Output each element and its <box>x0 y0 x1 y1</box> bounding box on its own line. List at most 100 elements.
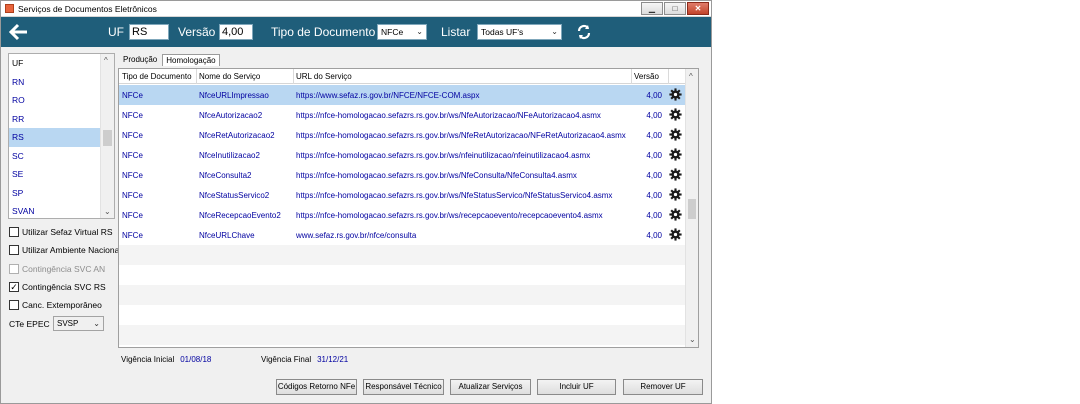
scroll-thumb[interactable] <box>103 130 112 146</box>
empty-row <box>119 265 686 285</box>
remover-uf-button[interactable]: Remover UF <box>623 379 703 395</box>
table-row[interactable]: NFCe NfceStatusServico2 https://nfce-hom… <box>119 185 686 205</box>
cell-url: https://www.sefaz.rs.gov.br/NFCE/NFCE-CO… <box>296 91 480 100</box>
cell-nome: NfceStatusServico2 <box>199 191 270 200</box>
uf-item-ro[interactable]: RO <box>9 91 114 110</box>
gear-icon[interactable] <box>669 208 682 221</box>
gear-icon[interactable] <box>669 188 682 201</box>
window-controls: ▁ □ ✕ <box>641 2 709 15</box>
close-button[interactable]: ✕ <box>687 2 709 15</box>
uf-list[interactable]: UF RN RO RR RS SC SE SP SVAN ^ ⌄ <box>8 53 115 219</box>
uf-list-scrollbar[interactable]: ^ ⌄ <box>100 54 114 218</box>
cell-tipo: NFCe <box>122 171 143 180</box>
responsavel-tecnico-button[interactable]: Responsável Técnico <box>363 379 444 395</box>
cell-nome: NfceRecepcaoEvento2 <box>199 211 281 220</box>
cell-url: https://nfce-homologacao.sefazrs.rs.gov.… <box>296 191 613 200</box>
canc-extemporaneo-checkbox[interactable]: Canc. Extemporâneo <box>9 299 102 311</box>
cell-tipo: NFCe <box>122 231 143 240</box>
checkbox-box[interactable] <box>9 245 19 255</box>
listar-select[interactable]: Todas UF's ⌄ <box>477 24 562 40</box>
gear-icon[interactable] <box>669 148 682 161</box>
table-row[interactable]: NFCe NfceRetAutorizacao2 https://nfce-ho… <box>119 125 686 145</box>
cell-url: https://nfce-homologacao.sefazrs.rs.gov.… <box>296 211 603 220</box>
cell-versao: 4,00 <box>646 191 662 200</box>
checkmark-icon[interactable]: ✓ <box>9 282 19 292</box>
chevron-down-icon: ⌄ <box>416 27 423 36</box>
uf-item-rr[interactable]: RR <box>9 110 114 129</box>
scroll-thumb[interactable] <box>688 199 696 219</box>
chevron-up-icon[interactable]: ^ <box>104 56 108 65</box>
column-divider <box>293 69 294 84</box>
empty-row <box>119 305 686 325</box>
table-row[interactable]: NFCe NfceURLChave www.sefaz.rs.gov.br/nf… <box>119 225 686 245</box>
cell-url: https://nfce-homologacao.sefazrs.rs.gov.… <box>296 111 601 120</box>
incluir-uf-button[interactable]: Incluir UF <box>537 379 616 395</box>
maximize-button[interactable]: □ <box>664 2 686 15</box>
table-row[interactable]: NFCe NfceRecepcaoEvento2 https://nfce-ho… <box>119 205 686 225</box>
title-bar: Serviços de Documentos Eletrônicos ▁ □ ✕ <box>1 1 711 17</box>
gear-icon[interactable] <box>669 168 682 181</box>
versao-input[interactable]: 4,00 <box>219 24 253 40</box>
column-header-tipo[interactable]: Tipo de Documento <box>122 72 192 81</box>
vigencia-final: Vigência Final 31/12/21 <box>261 355 348 364</box>
uf-item-sp[interactable]: SP <box>9 184 114 203</box>
uf-item-svan[interactable]: SVAN <box>9 202 114 221</box>
uf-item-rs[interactable]: RS <box>9 128 114 147</box>
checkbox-box <box>9 264 19 274</box>
uf-item-se[interactable]: SE <box>9 165 114 184</box>
cell-versao: 4,00 <box>646 171 662 180</box>
svc-rs-checkbox[interactable]: ✓ Contingência SVC RS <box>9 281 106 293</box>
services-grid: Tipo de Documento Nome do Serviço URL do… <box>118 68 699 348</box>
cell-nome: NfceURLImpressao <box>199 91 269 100</box>
cell-versao: 4,00 <box>646 91 662 100</box>
svc-an-label: Contingência SVC AN <box>22 264 106 274</box>
gear-icon[interactable] <box>669 108 682 121</box>
chevron-up-icon[interactable]: ^ <box>689 72 693 81</box>
uf-item-sc[interactable]: SC <box>9 147 114 166</box>
minimize-button[interactable]: ▁ <box>641 2 663 15</box>
tab-producao[interactable]: Produção <box>120 54 160 66</box>
ambiente-nacional-checkbox[interactable]: Utilizar Ambiente Nacional <box>9 244 121 256</box>
table-row[interactable]: NFCe NfceInutilizacao2 https://nfce-homo… <box>119 145 686 165</box>
back-arrow-icon[interactable] <box>8 23 29 41</box>
table-row[interactable]: NFCe NfceURLImpressao https://www.sefaz.… <box>119 85 686 105</box>
app-icon <box>5 4 14 13</box>
uf-label: UF <box>108 25 124 39</box>
toolbar: UF RS Versão 4,00 Tipo de Documento NFCe… <box>1 17 711 47</box>
canc-extemporaneo-label: Canc. Extemporâneo <box>22 300 102 310</box>
chevron-down-icon[interactable]: ⌄ <box>104 207 111 216</box>
cell-nome: NfceAutorizacao2 <box>199 111 263 120</box>
cell-url: https://nfce-homologacao.sefazrs.rs.gov.… <box>296 131 626 140</box>
grid-scrollbar[interactable]: ^ ⌄ <box>685 69 698 347</box>
cell-url: https://nfce-homologacao.sefazrs.rs.gov.… <box>296 171 577 180</box>
cell-nome: NfceConsulta2 <box>199 171 252 180</box>
atualizar-servicos-button[interactable]: Atualizar Serviços <box>450 379 531 395</box>
column-divider <box>668 69 669 84</box>
cte-epec-select[interactable]: SVSP ⌄ <box>53 316 104 331</box>
column-header-versao[interactable]: Versão <box>634 72 659 81</box>
cell-url: https://nfce-homologacao.sefazrs.rs.gov.… <box>296 151 591 160</box>
checkbox-box[interactable] <box>9 300 19 310</box>
gear-icon[interactable] <box>669 88 682 101</box>
cell-nome: NfceInutilizacao2 <box>199 151 260 160</box>
tipo-documento-label: Tipo de Documento <box>271 25 376 39</box>
cell-tipo: NFCe <box>122 91 143 100</box>
vigencia-inicial: Vigência Inicial 01/08/18 <box>121 355 211 364</box>
uf-input[interactable]: RS <box>129 24 169 40</box>
column-header-nome[interactable]: Nome do Serviço <box>199 72 260 81</box>
chevron-down-icon[interactable]: ⌄ <box>689 335 696 344</box>
uf-item-rn[interactable]: RN <box>9 73 114 92</box>
sefaz-virtual-checkbox[interactable]: Utilizar Sefaz Virtual RS <box>9 226 113 238</box>
tipo-documento-value: NFCe <box>381 27 404 37</box>
table-row[interactable]: NFCe NfceAutorizacao2 https://nfce-homol… <box>119 105 686 125</box>
gear-icon[interactable] <box>669 228 682 241</box>
gear-icon[interactable] <box>669 128 682 141</box>
codigos-retorno-button[interactable]: Códigos Retorno NFe <box>276 379 357 395</box>
cell-versao: 4,00 <box>646 151 662 160</box>
column-header-url[interactable]: URL do Serviço <box>296 72 352 81</box>
tipo-documento-select[interactable]: NFCe ⌄ <box>377 24 427 40</box>
refresh-icon[interactable] <box>576 24 592 40</box>
checkbox-box[interactable] <box>9 227 19 237</box>
table-row[interactable]: NFCe NfceConsulta2 https://nfce-homologa… <box>119 165 686 185</box>
tab-homologacao[interactable]: Homologação <box>162 54 220 66</box>
